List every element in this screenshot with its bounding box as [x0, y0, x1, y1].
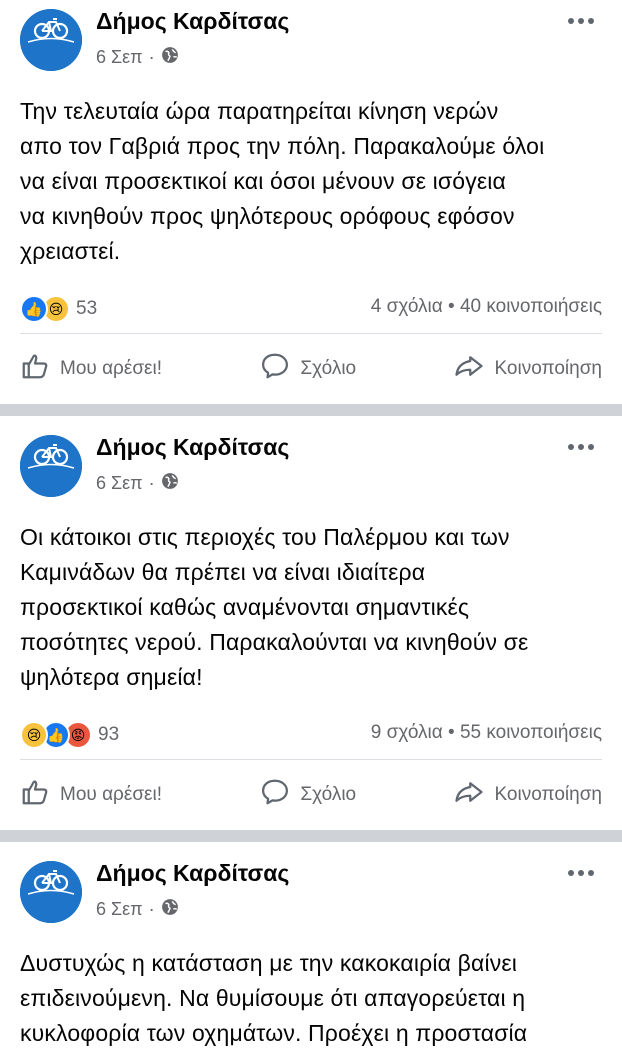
dimos-karditsas-logo — [20, 861, 82, 923]
post-text-line: ποσότητες νερού. Παρακαλούνται να κινηθο… — [20, 629, 529, 655]
post-text-line: απο τον Γαβριά προς την πόλη. Παρακαλούμ… — [20, 133, 545, 159]
post-text-line: Οι κάτοικοι στις περιοχές του Παλέρμου κ… — [20, 524, 510, 550]
post-text: Οι κάτοικοι στις περιοχές του Παλέρμου κ… — [0, 508, 622, 695]
like-label: Μου αρέσει! — [60, 784, 163, 805]
news-feed: Δήμος Καρδίτσας 6 Σεπ · Την τελευταία ώρ… — [0, 0, 622, 1051]
post-stats: 👍 😢 53 4 σχόλια • 40 κοινοποιήσεις — [20, 285, 602, 334]
post-text-line: Καμινάδων θα πρέπει να είναι ιδιαίτερα — [20, 559, 426, 585]
post-meta: 6 Σεπ · — [96, 46, 179, 69]
meta-separator: · — [148, 473, 155, 493]
post-actions: Μου αρέσει! Σχόλιο Κοινοποίηση — [20, 760, 602, 830]
sad-reaction-icon: 😢 — [20, 721, 48, 749]
post-text-line: επιδεινούμενη. Να θυμίσουμε ότι απαγορεύ… — [20, 985, 526, 1011]
reactions-summary[interactable]: 😢 👍 😡 93 — [20, 721, 119, 749]
post-stats: 😢 👍 😡 93 9 σχόλια • 55 κοινοποιήσεις — [20, 711, 602, 760]
post-text-line: Δυστυχώς η κατάσταση με την κακοκαιρία β… — [20, 950, 518, 976]
like-icon — [20, 777, 50, 813]
post-date[interactable]: 6 Σεπ — [96, 47, 143, 68]
post-header: Δήμος Καρδίτσας 6 Σεπ · — [0, 430, 622, 508]
post-text-line: κυκλοφορία των οχημάτων. Προέχει η προστ… — [20, 1020, 528, 1046]
comment-label: Σχόλιο — [300, 784, 357, 805]
more-icon[interactable] — [568, 870, 594, 876]
post-separator — [0, 830, 622, 842]
post-text-line: Την τελευταία ώρα παρατηρείται κίνηση νε… — [20, 98, 499, 124]
globe-icon — [161, 898, 179, 921]
post-text: Την τελευταία ώρα παρατηρείται κίνηση νε… — [0, 82, 622, 269]
more-icon[interactable] — [568, 18, 594, 24]
comments-shares-count[interactable]: 4 σχόλια • 40 κοινοποιήσεις — [371, 296, 602, 318]
page-name[interactable]: Δήμος Καρδίτσας — [96, 434, 289, 461]
post-card: Δήμος Καρδίτσας 6 Σεπ · Δυστυχώς η κατάσ… — [0, 842, 622, 1051]
share-label: Κοινοποίηση — [494, 784, 602, 805]
post-text-line: χρειαστεί. — [20, 238, 121, 264]
share-icon — [454, 777, 484, 813]
comment-icon — [260, 351, 290, 387]
reaction-count: 53 — [76, 298, 98, 319]
like-button[interactable]: Μου αρέσει! — [20, 351, 162, 387]
share-button[interactable]: Κοινοποίηση — [454, 351, 602, 387]
post-header: Δήμος Καρδίτσας 6 Σεπ · — [0, 856, 622, 934]
reaction-count: 93 — [98, 724, 120, 745]
post-meta: 6 Σεπ · — [96, 898, 179, 921]
comments-shares-count[interactable]: 9 σχόλια • 55 κοινοποιήσεις — [371, 722, 602, 744]
dimos-karditsas-logo — [20, 435, 82, 497]
post-date[interactable]: 6 Σεπ — [96, 473, 143, 494]
post-text-line: προσεκτικοί καθώς αναμένονται σημαντικές — [20, 594, 470, 620]
dimos-karditsas-logo — [20, 9, 82, 71]
post-separator — [0, 404, 622, 416]
meta-separator: · — [148, 899, 155, 919]
share-button[interactable]: Κοινοποίηση — [454, 777, 602, 813]
post-card: Δήμος Καρδίτσας 6 Σεπ · Οι κάτοικοι στις… — [0, 416, 622, 830]
more-icon[interactable] — [568, 444, 594, 450]
post-text-line: να είναι προσεκτικοί και όσοι μένουν σε … — [20, 168, 506, 194]
page-name[interactable]: Δήμος Καρδίτσας — [96, 860, 289, 887]
post-text-line: να κινηθούν προς ψηλότερους ορόφους εφόσ… — [20, 203, 515, 229]
comment-button[interactable]: Σχόλιο — [260, 351, 356, 387]
avatar[interactable] — [20, 861, 82, 923]
avatar[interactable] — [20, 9, 82, 71]
comment-icon — [260, 777, 290, 813]
post-header: Δήμος Καρδίτσας 6 Σεπ · — [0, 4, 622, 82]
post-date[interactable]: 6 Σεπ — [96, 899, 143, 920]
share-icon — [454, 351, 484, 387]
like-icon — [20, 351, 50, 387]
comment-button[interactable]: Σχόλιο — [260, 777, 356, 813]
like-button[interactable]: Μου αρέσει! — [20, 777, 162, 813]
reactions-summary[interactable]: 👍 😢 53 — [20, 295, 97, 323]
comment-label: Σχόλιο — [300, 358, 357, 379]
globe-icon — [161, 46, 179, 69]
like-label: Μου αρέσει! — [60, 358, 163, 379]
post-card: Δήμος Καρδίτσας 6 Σεπ · Την τελευταία ώρ… — [0, 0, 622, 404]
meta-separator: · — [148, 47, 155, 67]
post-text-line: ψηλότερα σημεία! — [20, 664, 203, 690]
post-actions: Μου αρέσει! Σχόλιο Κοινοποίηση — [20, 334, 602, 404]
post-meta: 6 Σεπ · — [96, 472, 179, 495]
post-text: Δυστυχώς η κατάσταση με την κακοκαιρία β… — [0, 934, 622, 1051]
share-label: Κοινοποίηση — [494, 358, 602, 379]
avatar[interactable] — [20, 435, 82, 497]
page-name[interactable]: Δήμος Καρδίτσας — [96, 8, 289, 35]
like-reaction-icon: 👍 — [20, 295, 48, 323]
globe-icon — [161, 472, 179, 495]
